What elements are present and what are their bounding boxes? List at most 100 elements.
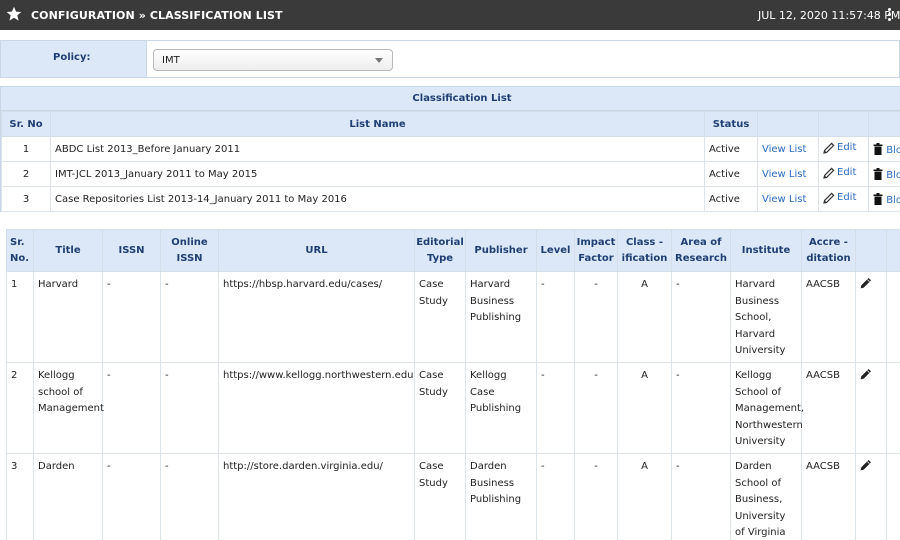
edit-button[interactable]: Edit [823, 192, 856, 204]
cell-classification: A [617, 453, 672, 540]
cell-issn: - [102, 453, 161, 540]
cell-online-issn: - [160, 271, 219, 363]
pencil-icon [823, 167, 835, 179]
col-header-srno: Sr. No [1, 111, 51, 137]
table-row: 2 IMT-JCL 2013_January 2011 to May 2015 … [1, 161, 900, 187]
cell-accreditation: AACSB [801, 271, 856, 363]
table-row: 3 Darden - - http://store.darden.virgini… [6, 453, 900, 540]
pencil-icon[interactable] [860, 277, 872, 289]
edit-button[interactable]: Edit [823, 167, 856, 179]
classification-detail-table: Sr. No. Title ISSN Online ISSN URL Edito… [6, 229, 900, 540]
edit-label: Edit [837, 192, 857, 203]
kebab-menu-icon[interactable] [887, 8, 893, 22]
cell-srno: 1 [6, 271, 34, 363]
table-row: 1 ABDC List 2013_Before January 2011 Act… [1, 136, 900, 162]
policy-select-value: IMT [162, 55, 180, 66]
col-header-area: Area of Research [671, 229, 731, 272]
cell-publisher: Harvard Business Publishing [465, 271, 537, 363]
cell-area: - [671, 362, 731, 454]
cell-title: Darden [33, 453, 103, 540]
classification-list-table: Sr. No List Name Status 1 ABDC List 2013… [1, 111, 900, 212]
cell-srno: 3 [6, 453, 34, 540]
col-header-accreditation: Accre -ditation [801, 229, 856, 272]
col-header-srno: Sr. No. [6, 229, 34, 272]
cell-url: http://store.darden.virginia.edu/ [218, 453, 415, 540]
cell-url: https://hbsp.harvard.edu/cases/ [218, 271, 415, 363]
star-icon[interactable] [6, 6, 22, 22]
cell-srno: 2 [6, 362, 34, 454]
top-bar: CONFIGURATION » CLASSIFICATION LIST JUL … [0, 0, 900, 30]
cell-online-issn: - [160, 453, 219, 540]
col-header-editorial-type: Editorial Type [414, 229, 466, 272]
cell-institute: Harvard Business School, Harvard Univers… [730, 271, 802, 363]
table-row: 3 Case Repositories List 2013-14_January… [1, 186, 900, 212]
cell-status: Active [704, 161, 758, 187]
pencil-icon [823, 192, 835, 204]
cell-actions-overflow [886, 453, 900, 540]
page-title: CONFIGURATION » CLASSIFICATION LIST [31, 9, 283, 22]
cell-institute: Kellogg School of Management, Northweste… [730, 362, 804, 454]
block-link[interactable]: Block [886, 195, 900, 206]
cell-editorial-type: Case Study [414, 271, 466, 363]
cell-accreditation: AACSB [801, 362, 856, 454]
col-header-classification: Class -ification [617, 229, 672, 272]
cell-srno: 3 [1, 186, 51, 212]
trash-icon[interactable] [873, 142, 883, 155]
table-row: 1 Harvard - - https://hbsp.harvard.edu/c… [6, 271, 900, 363]
col-header-edit [818, 111, 869, 137]
pencil-icon[interactable] [860, 368, 872, 380]
cell-url: https://www.kellogg.northwestern.edu [218, 362, 415, 454]
cell-issn: - [102, 362, 161, 454]
block-link[interactable]: Block [886, 170, 900, 181]
cell-impact-factor: - [574, 362, 618, 454]
cell-impact-factor: - [574, 271, 618, 363]
col-header-status: Status [704, 111, 758, 137]
col-header-url: URL [218, 229, 415, 272]
policy-row: Policy: IMT [0, 40, 900, 78]
col-header-online-issn: Online ISSN [160, 229, 219, 272]
view-list-link[interactable]: View List [762, 169, 806, 180]
cell-actions-overflow [886, 271, 900, 363]
cell-publisher: Darden Business Publishing [465, 453, 537, 540]
cell-issn: - [102, 271, 161, 363]
cell-actions-overflow [886, 362, 900, 454]
col-header-title: Title [33, 229, 103, 272]
cell-title: Harvard [33, 271, 103, 363]
view-list-link[interactable]: View List [762, 194, 806, 205]
classification-list-panel: Classification List Sr. No List Name Sta… [0, 86, 900, 212]
col-header-list-name: List Name [50, 111, 705, 137]
cell-editorial-type: Case Study [414, 362, 466, 454]
col-header-edit [855, 229, 887, 272]
edit-button[interactable]: Edit [823, 142, 856, 154]
col-header-institute: Institute [730, 229, 802, 272]
chevron-down-icon [375, 58, 383, 63]
cell-area: - [671, 453, 731, 540]
policy-label: Policy: [53, 52, 91, 63]
cell-list-name: ABDC List 2013_Before January 2011 [50, 136, 705, 162]
classification-list-header: Classification List [1, 87, 900, 111]
cell-classification: A [617, 362, 672, 454]
trash-icon[interactable] [873, 167, 883, 180]
policy-select[interactable]: IMT [153, 49, 393, 71]
classification-list-heading: Classification List [412, 93, 512, 104]
cell-level: - [536, 362, 575, 454]
col-header-block [868, 111, 900, 137]
pencil-icon [823, 142, 835, 154]
pencil-icon[interactable] [860, 459, 872, 471]
cell-editorial-type: Case Study [414, 453, 466, 540]
cell-list-name: IMT-JCL 2013_January 2011 to May 2015 [50, 161, 705, 187]
trash-icon[interactable] [873, 192, 883, 205]
cell-srno: 1 [1, 136, 51, 162]
cell-level: - [536, 271, 575, 363]
col-header-issn: ISSN [102, 229, 161, 272]
cell-online-issn: - [160, 362, 219, 454]
edit-label: Edit [837, 142, 857, 153]
policy-label-cell: Policy: [1, 41, 147, 77]
view-list-link[interactable]: View List [762, 144, 806, 155]
block-link[interactable]: Block [886, 145, 900, 156]
cell-level: - [536, 453, 575, 540]
current-datetime: JUL 12, 2020 11:57:48 PM [758, 9, 900, 22]
cell-impact-factor: - [574, 453, 618, 540]
cell-status: Active [704, 136, 758, 162]
cell-area: - [671, 271, 731, 363]
